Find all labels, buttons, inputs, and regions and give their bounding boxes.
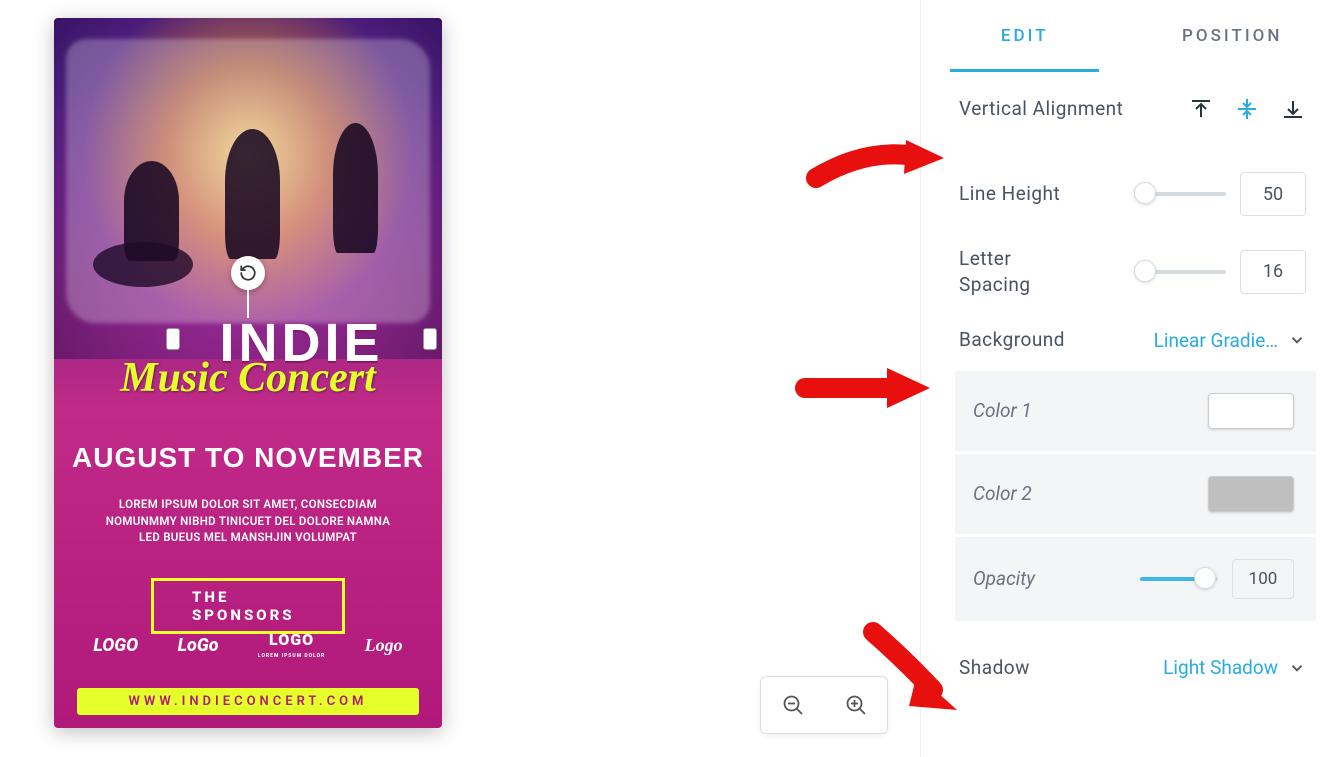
properties-sidebar: EDIT POSITION Vertical Alignment Line He… (920, 0, 1336, 757)
slider-thumb[interactable] (1194, 567, 1216, 589)
color1-swatch[interactable] (1208, 393, 1294, 429)
letter-spacing-slider[interactable] (1138, 270, 1226, 274)
rotate-icon (239, 264, 257, 282)
background-settings-panel: Color 1 Color 2 Opacity 100 (955, 371, 1316, 621)
background-label: Background (959, 327, 1065, 353)
resize-handle-left[interactable] (166, 328, 180, 350)
annotation-arrow (855, 620, 965, 720)
line-height-label: Line Height (959, 181, 1060, 207)
poster-url-bar: WWW.INDIECONCERT.COM (77, 688, 418, 715)
letter-spacing-input[interactable]: 16 (1240, 250, 1306, 294)
sponsor-logo: LOGO LOREM IPSUM DOLOR (258, 632, 325, 659)
align-bottom-button[interactable] (1280, 96, 1306, 122)
chevron-down-icon (1288, 659, 1306, 677)
background-dropdown[interactable]: Linear Gradie… (1154, 329, 1306, 352)
opacity-input[interactable]: 100 (1232, 559, 1294, 599)
slider-thumb[interactable] (1134, 182, 1156, 204)
align-top-icon (1189, 97, 1213, 121)
canvas-area: INDIE Music Concert AUGUST TO NOVEMBER L… (0, 0, 920, 757)
chevron-down-icon (1288, 331, 1306, 349)
poster-subtitle-text: Music Concert (54, 354, 442, 402)
sponsor-logos-row: LOGO LoGo LOGO LOREM IPSUM DOLOR Logo (54, 632, 442, 659)
color2-swatch[interactable] (1208, 476, 1294, 512)
zoom-out-button[interactable] (778, 690, 808, 720)
resize-handle-right[interactable] (423, 328, 437, 350)
tab-position[interactable]: POSITION (1129, 0, 1336, 72)
sponsors-box: THE SPONSORS (151, 578, 345, 634)
annotation-arrow (795, 358, 935, 418)
tab-edit[interactable]: EDIT (921, 0, 1129, 72)
letter-spacing-label: Letter Spacing (959, 246, 1079, 297)
poster-lorem-text: LOREM IPSUM DOLOR SIT AMET, CONSECDIAM N… (85, 496, 411, 546)
vertical-alignment-group (1188, 96, 1306, 122)
color2-label: Color 2 (973, 482, 1032, 505)
align-middle-icon (1235, 97, 1259, 121)
annotation-arrow (806, 128, 946, 198)
zoom-out-icon (781, 693, 805, 717)
sidebar-tabs: EDIT POSITION (921, 0, 1336, 72)
color1-label: Color 1 (973, 399, 1032, 422)
slider-thumb[interactable] (1134, 260, 1156, 282)
line-height-slider[interactable] (1138, 192, 1226, 196)
opacity-slider[interactable] (1140, 577, 1218, 581)
align-middle-button[interactable] (1234, 96, 1260, 122)
poster-preview[interactable]: INDIE Music Concert AUGUST TO NOVEMBER L… (54, 18, 442, 728)
opacity-label: Opacity (973, 567, 1035, 590)
sponsor-logo: LoGo (178, 635, 219, 656)
poster-dates-text: AUGUST TO NOVEMBER (54, 442, 442, 474)
vertical-alignment-label: Vertical Alignment (959, 96, 1123, 122)
align-bottom-icon (1281, 97, 1305, 121)
align-top-button[interactable] (1188, 96, 1214, 122)
rotate-handle[interactable] (231, 256, 265, 290)
line-height-input[interactable]: 50 (1240, 172, 1306, 216)
sponsor-logo: LOGO (93, 635, 138, 656)
shadow-label: Shadow (959, 655, 1030, 681)
shadow-dropdown[interactable]: Light Shadow (1163, 656, 1306, 679)
sponsor-logo: Logo (365, 635, 403, 656)
